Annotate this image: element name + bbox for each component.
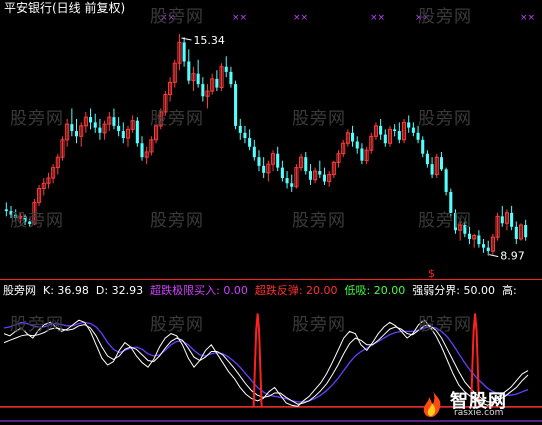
candle-body xyxy=(229,71,233,85)
candle-body xyxy=(500,216,504,224)
candle-body xyxy=(201,84,205,97)
candle-body xyxy=(439,157,443,170)
top-marker: ×× xyxy=(160,13,175,23)
candle-body xyxy=(416,132,420,140)
candle-body xyxy=(140,143,144,158)
k-value: 36.98 xyxy=(57,284,89,297)
candle-body xyxy=(304,157,308,172)
candle-body xyxy=(182,42,186,62)
s1-value: 0.00 xyxy=(223,284,248,297)
s3-value: 20.00 xyxy=(373,284,406,297)
candle-body xyxy=(276,153,280,168)
candle-body xyxy=(467,233,472,239)
candle-body xyxy=(135,120,139,144)
s4-value: 50.00 xyxy=(463,284,495,297)
candle-body xyxy=(215,78,219,88)
candle-body xyxy=(285,178,289,184)
site-logo: 智股网 rasxie.com xyxy=(416,389,536,419)
indicator-name: 股旁网 xyxy=(3,284,36,297)
candle-body xyxy=(383,134,387,144)
d-label: D: xyxy=(95,284,109,297)
signal-spike xyxy=(252,313,263,407)
candle-body xyxy=(355,141,359,149)
candle-body xyxy=(449,191,453,213)
candle-body xyxy=(425,153,429,165)
s1-label: 超跌极限买入: xyxy=(150,284,220,297)
signal-glyph: $ xyxy=(428,267,435,280)
s5-label: 高: xyxy=(501,284,517,297)
candle-body xyxy=(4,209,8,212)
candle-body xyxy=(121,131,125,139)
candle-body xyxy=(514,226,518,239)
candle-body xyxy=(238,125,242,133)
k-label: K: xyxy=(43,284,54,297)
candle-body xyxy=(280,167,284,179)
high-pointer xyxy=(181,37,192,41)
candle-body xyxy=(112,117,116,126)
candle-body xyxy=(444,169,448,192)
flame-icon xyxy=(423,391,441,417)
top-marker: ×× xyxy=(232,13,247,23)
top-marker: ×× xyxy=(293,13,308,23)
candle-body xyxy=(290,183,294,187)
candle-body xyxy=(93,122,97,128)
candle-body xyxy=(351,132,355,142)
low-price-label: 8.97 xyxy=(500,250,525,263)
main-price-chart: 15.34 8.97 ×× ×× ×× ×× ×× ×× $ xyxy=(4,13,535,280)
candle-body xyxy=(407,122,411,128)
candle-body xyxy=(89,117,93,123)
candle-body xyxy=(510,212,514,227)
indicator-legend: 股旁网 K: 36.98 D: 32.93 超跌极限买入: 0.00 超跌反弹: 20.… xyxy=(3,284,517,297)
candle-body xyxy=(453,212,458,231)
candle-body xyxy=(14,214,18,219)
candle-body xyxy=(486,247,490,252)
candle-body xyxy=(117,125,121,132)
candle-body xyxy=(224,66,228,72)
top-marker: ×× xyxy=(415,13,430,23)
candle-body xyxy=(234,84,238,126)
candle-body xyxy=(252,146,256,158)
candle-body xyxy=(482,244,486,248)
s2-label: 超跌反弹: xyxy=(254,284,303,297)
candle-body xyxy=(397,131,401,140)
s3-label: 低吸: xyxy=(344,284,371,297)
candle-body xyxy=(262,165,266,173)
candle-body xyxy=(477,235,481,245)
candle-body xyxy=(463,225,467,234)
candle-body xyxy=(70,124,74,132)
d-value: 32.93 xyxy=(111,284,144,297)
candle-body xyxy=(308,171,312,180)
high-price-label: 15.34 xyxy=(193,34,225,47)
candle-body xyxy=(187,61,191,81)
candle-body xyxy=(524,225,528,238)
candle-body xyxy=(318,171,322,175)
s4-label: 强弱分界: xyxy=(412,284,460,297)
s2-value: 20.00 xyxy=(306,284,338,297)
candle-body xyxy=(9,211,13,215)
candle-body xyxy=(379,125,383,135)
candle-body xyxy=(28,221,32,224)
chart-canvas: 15.34 8.97 ×× ×× ×× ×× ×× ×× $ xyxy=(0,13,542,422)
top-marker: ×× xyxy=(520,13,535,23)
candle-body xyxy=(421,139,425,154)
candle-body xyxy=(411,127,415,133)
top-marker: ×× xyxy=(370,13,385,23)
candle-body xyxy=(196,73,200,85)
candle-body xyxy=(430,164,434,175)
logo-domain: rasxie.com xyxy=(454,408,504,418)
low-pointer xyxy=(489,254,499,258)
candle-body xyxy=(23,216,27,222)
candle-body xyxy=(393,129,397,132)
candle-body xyxy=(322,174,327,182)
candle-body xyxy=(248,138,252,147)
candle-body xyxy=(98,127,102,133)
candle-body xyxy=(74,131,79,137)
chart-title: 平安银行(日线 前复权) xyxy=(4,1,126,15)
candle-body xyxy=(360,148,364,161)
candle-body xyxy=(243,132,247,139)
candle-body xyxy=(257,157,261,166)
